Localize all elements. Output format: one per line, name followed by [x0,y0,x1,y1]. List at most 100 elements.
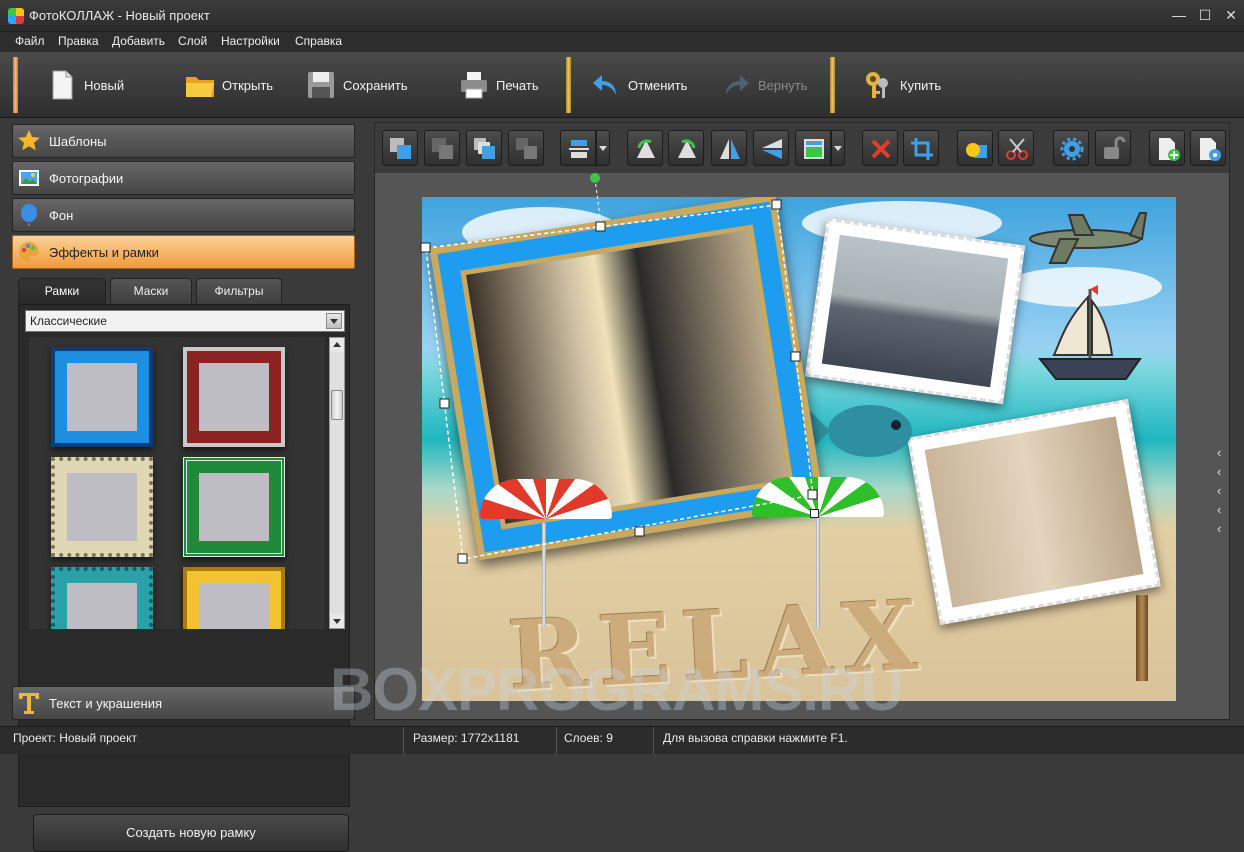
balloon-icon [21,204,37,226]
flip-vertical-button[interactable] [753,130,789,166]
redo-arrow-icon [726,75,749,95]
add-page-button[interactable] [1149,130,1185,166]
menu-edit[interactable]: Правка [58,34,99,48]
bring-to-front-button[interactable] [466,130,502,166]
resize-handle[interactable] [439,398,450,409]
bring-forward-icon [390,138,411,159]
resize-handle[interactable] [807,489,818,500]
chevron-down-icon[interactable] [326,313,342,329]
align-button[interactable] [560,130,596,166]
wooden-post [1136,595,1148,681]
undo-button[interactable]: Отменить [590,60,687,110]
frame-grid [29,337,325,629]
frame-thumbnail-blue[interactable] [51,347,153,447]
delete-button[interactable] [862,130,898,166]
new-button[interactable]: Новый [46,60,124,110]
frame-thumbnail-green[interactable] [183,457,285,557]
sailboat-sticker[interactable] [1034,283,1146,383]
send-to-back-button[interactable] [508,130,544,166]
buy-button[interactable]: Купить [862,60,941,110]
toolbar-separator [830,57,835,113]
new-label: Новый [84,77,125,93]
stamp-photo-mirror[interactable] [907,398,1161,626]
frame-tabs: Рамки Маски Фильтры [18,278,350,304]
resize-handle[interactable] [771,199,782,210]
section-background-label: Фон [49,207,74,223]
resize-handle[interactable] [790,351,801,362]
scroll-down-arrow-icon[interactable] [330,614,344,628]
crop-icon [911,138,933,160]
rotate-handle[interactable] [590,173,600,183]
status-project: Проект: Новый проект [0,727,404,755]
menu-file[interactable]: Файл [15,34,45,48]
section-background[interactable]: Фон [12,198,355,232]
section-effects-frames[interactable]: Эффекты и рамки [12,235,355,269]
clip-art-button[interactable] [998,130,1034,166]
rotate-left-button[interactable] [627,130,663,166]
menu-add[interactable]: Добавить [112,34,165,48]
save-button[interactable]: Сохранить [305,60,408,110]
airplane-sticker[interactable] [1020,207,1150,267]
close-button[interactable]: ✕ [1218,4,1244,26]
bring-forward-button[interactable] [382,130,418,166]
title-bar: ФотоКОЛЛАЖ - Новый проект — ☐ ✕ [0,0,1244,32]
shapes-icon [966,143,987,158]
menu-help[interactable]: Справка [295,34,342,48]
add-shape-button[interactable] [957,130,993,166]
stamp-photo-park[interactable] [804,217,1026,405]
frame-category-select[interactable]: Классические [25,310,345,332]
tab-filters[interactable]: Фильтры [196,278,282,304]
flip-horizontal-button[interactable] [711,130,747,166]
rotate-right-icon [678,139,696,158]
section-templates[interactable]: Шаблоны [12,124,355,158]
folder-icon [186,77,214,97]
section-photos[interactable]: Фотографии [12,161,355,195]
scroll-up-arrow-icon[interactable] [330,338,344,352]
page-settings-button[interactable] [1190,130,1226,166]
menu-layer[interactable]: Слой [178,34,207,48]
align-dropdown-arrow[interactable] [596,130,610,166]
frame-thumbnail-red[interactable] [183,347,285,447]
printer-icon [461,72,487,99]
tab-frames[interactable]: Рамки [18,278,106,304]
selection-box[interactable] [415,173,835,573]
frame-category-value: Классические [30,314,107,328]
maximize-button[interactable]: ☐ [1192,4,1218,26]
photo-icon [19,170,39,186]
menu-settings[interactable]: Настройки [221,34,280,48]
edit-toolbar [375,123,1229,173]
main-toolbar: Новый Открыть Сохранить Печать Отменить … [0,52,1244,135]
print-label: Печать [496,77,539,93]
print-button[interactable]: Печать [458,60,539,110]
settings-button[interactable] [1053,130,1089,166]
padlock-icon [1104,136,1126,159]
tab-masks[interactable]: Маски [110,278,192,304]
send-backward-button[interactable] [424,130,460,166]
section-text-decorations[interactable]: Текст и украшения [12,686,355,720]
fit-dropdown-arrow[interactable] [831,130,845,166]
resize-handle[interactable] [420,242,431,253]
send-to-back-icon [516,138,537,159]
rotate-left-icon [637,139,655,158]
left-sidebar: Шаблоны Фотографии Фон Эффекты и рамки Р… [12,124,356,852]
resize-handle[interactable] [634,526,645,537]
crop-button[interactable] [903,130,939,166]
minimize-button[interactable]: — [1166,4,1192,26]
resize-handle[interactable] [457,553,468,564]
rotate-right-button[interactable] [668,130,704,166]
create-frame-button[interactable]: Создать новую рамку [33,814,349,852]
redo-button[interactable]: Вернуть [720,60,808,110]
frame-thumbnail-teal[interactable] [51,567,153,629]
frames-scrollbar[interactable] [329,337,345,629]
text-t-icon [19,693,39,714]
unlock-button[interactable] [1095,130,1131,166]
open-button[interactable]: Открыть [184,60,273,110]
fit-canvas-button[interactable] [795,130,831,166]
resize-handle[interactable] [595,221,606,232]
frame-thumbnail-gold[interactable] [183,567,285,629]
frame-thumbnail-beige[interactable] [51,457,153,557]
toolbar-separator [13,57,18,113]
right-panel-expander[interactable]: ‹ ‹ ‹ ‹ ‹ [1217,443,1231,543]
expand-arrow-icon: ‹ [1217,502,1222,517]
scroll-thumb[interactable] [331,390,343,420]
